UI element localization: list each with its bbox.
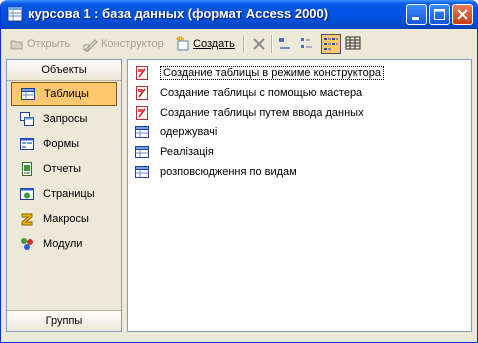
create-shortcut-icon — [136, 106, 148, 120]
list-item[interactable]: Создание таблицы в режиме конструктора — [134, 64, 384, 82]
list-item[interactable]: одержувачі — [134, 123, 217, 141]
objects-item-reports[interactable]: Отчеты — [11, 157, 117, 181]
list-item[interactable]: Реалізація — [134, 143, 214, 161]
list-icon — [324, 38, 338, 50]
objects-item-queries[interactable]: Запросы — [11, 107, 117, 131]
macro-icon — [21, 213, 33, 226]
create-shortcut-icon — [136, 86, 148, 100]
page-icon — [20, 188, 34, 200]
toolbar-separator — [271, 35, 273, 53]
objects-item-modules[interactable]: Модули — [11, 232, 117, 256]
query-icon — [20, 112, 34, 126]
close-icon — [457, 9, 468, 20]
objects-list: Создание таблицы в режиме конструктора С… — [127, 59, 472, 332]
designer-button[interactable]: Конструктор — [83, 35, 164, 53]
details-icon — [345, 36, 361, 50]
table-icon — [135, 166, 149, 178]
database-icon — [7, 6, 23, 22]
objects-item-forms[interactable]: Формы — [11, 132, 117, 156]
list-item[interactable]: Создание таблицы с помощью мастера — [134, 84, 362, 102]
create-shortcut-icon — [136, 66, 148, 80]
objects-item-pages[interactable]: Страницы — [11, 182, 117, 206]
delete-icon — [253, 38, 265, 50]
open-button[interactable]: Открыть — [9, 35, 70, 53]
large-icons-view-button[interactable] — [276, 34, 296, 54]
table-icon — [21, 88, 35, 100]
maximize-button[interactable] — [429, 4, 450, 25]
toolbar-separator — [243, 35, 245, 53]
small-icons-icon — [301, 38, 312, 48]
objects-pane: Объекты Таблицы Запросы Формы Отчеты Стр… — [6, 59, 122, 332]
table-icon — [135, 126, 149, 138]
table-icon — [135, 146, 149, 158]
new-object-icon — [175, 36, 189, 51]
database-window: курсова 1 : база данных (формат Access 2… — [0, 0, 478, 343]
title-bar[interactable]: курсова 1 : база данных (формат Access 2… — [1, 0, 477, 29]
list-item[interactable]: Создание таблицы путем ввода данных — [134, 104, 364, 122]
objects-item-macros[interactable]: Макросы — [11, 207, 117, 231]
close-button[interactable] — [452, 4, 473, 25]
maximize-icon — [434, 9, 445, 20]
design-icon — [83, 39, 98, 52]
large-icons-icon — [279, 38, 290, 49]
details-view-button[interactable] — [344, 34, 364, 54]
list-item[interactable]: розповсюдження по видам — [134, 163, 297, 181]
delete-button[interactable] — [251, 35, 269, 53]
create-button[interactable]: Создать — [175, 35, 235, 53]
objects-header[interactable]: Объекты — [7, 60, 121, 81]
small-icons-view-button[interactable] — [298, 34, 318, 54]
window-title: курсова 1 : база данных (формат Access 2… — [28, 6, 329, 21]
minimize-button[interactable] — [406, 4, 427, 25]
groups-footer[interactable]: Группы — [7, 310, 121, 331]
open-icon — [10, 40, 23, 50]
objects-item-tables[interactable]: Таблицы — [11, 82, 117, 106]
toolbar: Открыть Конструктор Создать — [1, 29, 477, 57]
list-view-button[interactable] — [321, 34, 341, 54]
module-icon — [21, 238, 33, 250]
minimize-icon — [412, 17, 419, 20]
form-icon — [20, 138, 34, 150]
report-icon — [22, 162, 32, 176]
